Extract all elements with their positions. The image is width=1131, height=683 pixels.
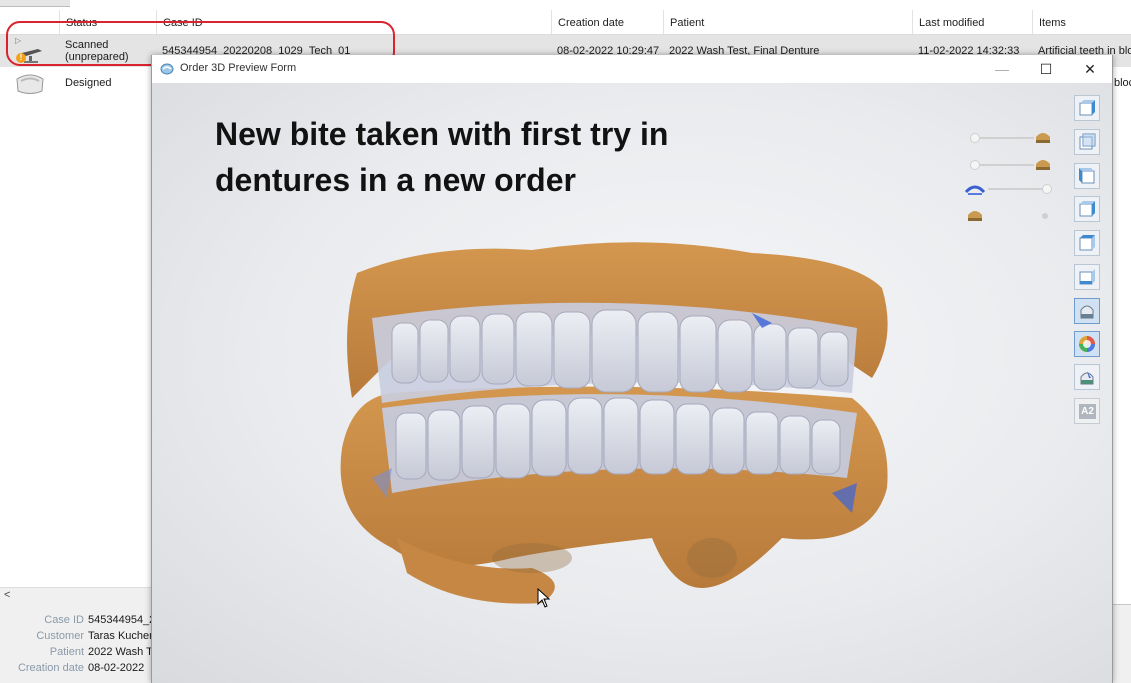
antagonist-model-icon (968, 211, 982, 221)
scan-opacity-slider[interactable] (964, 178, 1052, 200)
detail-label: Creation date (17, 662, 84, 674)
view-bottom-button[interactable] (1074, 264, 1100, 290)
maximize-button[interactable]: ☐ (1024, 55, 1068, 83)
cube-left-icon (1079, 168, 1095, 184)
case-details-panel: Case ID 545344954_20 Customer Taras Kuch… (0, 612, 152, 676)
items-cell: bloc (1114, 77, 1131, 89)
color-texture-button[interactable] (1074, 331, 1100, 357)
view-left-button[interactable] (1074, 163, 1100, 189)
detail-value: 2022 Wash Te (88, 646, 152, 658)
view-occlusal-button[interactable] (1074, 298, 1100, 324)
column-header-patient[interactable]: Patient (663, 10, 912, 34)
detail-row-case-id: Case ID 545344954_20 (0, 612, 152, 628)
column-header-creation-date[interactable]: Creation date (551, 10, 663, 34)
cube-top-icon (1079, 235, 1095, 251)
slider-handle[interactable] (1042, 184, 1052, 194)
detail-label: Case ID (44, 614, 84, 626)
order-3d-preview-window[interactable]: Order 3D Preview Form — ☐ ✕ New bite tak… (151, 55, 1113, 683)
detail-value: 545344954_20 (88, 614, 152, 626)
denture-thumbnail-icon (16, 74, 44, 94)
status-cell: Designed (65, 77, 112, 89)
cube-front-icon (1079, 100, 1095, 116)
shade-a2-button[interactable]: A2 (1074, 398, 1100, 424)
scan-model-icon (964, 185, 986, 195)
detail-value: Taras Kucher (88, 630, 152, 642)
overlay-caption-line1: New bite taken with first try in (215, 116, 669, 152)
slider-handle[interactable] (1042, 213, 1048, 219)
denture-3d-model[interactable] (312, 228, 912, 608)
slider-handle[interactable] (970, 133, 980, 143)
upper-opacity-slider[interactable] (970, 127, 1052, 149)
detail-row-patient: Patient 2022 Wash Te (0, 644, 152, 660)
minimize-button[interactable]: — (980, 55, 1024, 83)
overlay-caption-line2: dentures in a new order (215, 162, 576, 198)
view-back-button[interactable] (1074, 129, 1100, 155)
cube-back-icon (1079, 133, 1096, 150)
mouse-cursor-icon (537, 588, 551, 608)
shade-button[interactable] (1074, 364, 1100, 390)
close-button[interactable]: ✕ (1068, 55, 1112, 83)
lower-model-icon (1036, 160, 1050, 170)
app-logo-icon (160, 63, 174, 75)
cube-bottom-icon (1079, 269, 1095, 285)
overlay-caption: New bite taken with first try in denture… (215, 111, 668, 203)
detail-row-customer: Customer Taras Kucher (0, 628, 152, 644)
column-header-items[interactable]: Items (1032, 10, 1131, 34)
color-wheel-icon (1079, 336, 1095, 352)
view-right-button[interactable] (1074, 196, 1100, 222)
slider-track (974, 137, 1034, 139)
detail-label: Patient (49, 646, 84, 658)
shade-a2-badge: A2 (1079, 404, 1096, 419)
detail-row-creation-date: Creation date 08-02-2022 (0, 660, 152, 676)
detail-value: 08-02-2022 (88, 662, 145, 674)
slider-track (974, 164, 1034, 166)
tooth-view-icon (1080, 305, 1094, 319)
window-title: Order 3D Preview Form (180, 62, 297, 74)
cube-right-icon (1079, 201, 1095, 217)
view-front-button[interactable] (1074, 95, 1100, 121)
detail-label: Customer (36, 630, 84, 642)
horizontal-scrollbar[interactable]: < (0, 587, 152, 605)
antagonist-opacity-slider[interactable] (964, 205, 1052, 227)
column-header-last-modified[interactable]: Last modified (912, 10, 1032, 34)
slider-track (988, 188, 1046, 190)
window-titlebar[interactable]: Order 3D Preview Form — ☐ ✕ (152, 55, 1112, 83)
upper-model-icon (1036, 133, 1050, 143)
3d-viewport[interactable]: New bite taken with first try in denture… (152, 83, 1112, 683)
scroll-left-icon[interactable]: < (4, 589, 10, 601)
list-top-tab (0, 0, 70, 7)
view-top-button[interactable] (1074, 230, 1100, 256)
lower-opacity-slider[interactable] (970, 154, 1052, 176)
tooth-shade-icon (1080, 371, 1094, 385)
slider-handle[interactable] (970, 160, 980, 170)
